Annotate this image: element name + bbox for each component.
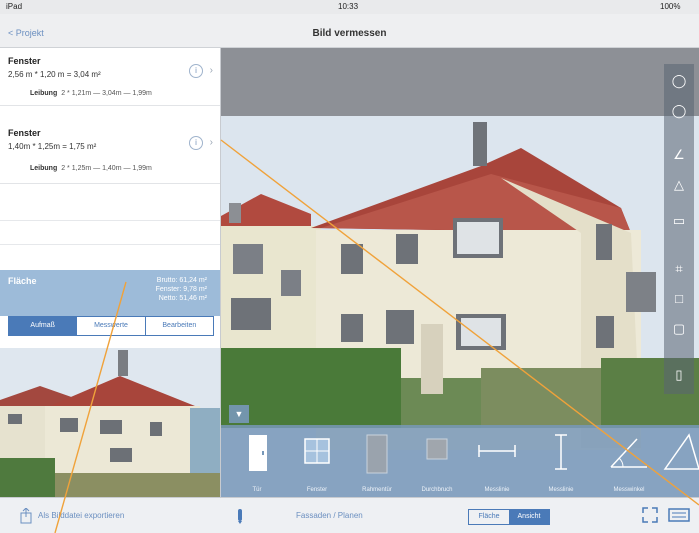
area-fenster: Fenster: 9,78 m² xyxy=(155,286,207,293)
house-thumbnail-image xyxy=(0,348,220,497)
square-tool-icon[interactable]: □ xyxy=(668,288,690,310)
opening-value: 2 * 1,25m — 1,40m — 1,99m xyxy=(61,165,152,172)
rectangle-tool-icon[interactable]: ▭ xyxy=(668,210,690,232)
measurement-title: Fenster xyxy=(8,56,41,66)
element-picker: Tür Fenster Rahmentür Durchbruch Messlin… xyxy=(221,425,699,497)
status-bar: iPad 10:33 100% xyxy=(0,0,699,14)
info-icon[interactable]: i xyxy=(189,136,203,150)
measurement-opening: Leibung 2 * 1,21m — 3,04m — 1,99m xyxy=(30,90,152,97)
picker-label: Durchbruch xyxy=(421,487,453,493)
picker-label: Messlinie xyxy=(548,487,574,493)
picker-label: Messlinie xyxy=(484,487,510,493)
nav-bar: < Projekt Bild vermessen xyxy=(0,14,699,48)
mode-flaeche[interactable]: Fläche xyxy=(469,510,509,524)
measurement-title: Fenster xyxy=(8,128,41,138)
mode-toggle: Fläche Ansicht xyxy=(468,509,550,525)
picker-item-measure-horizontal[interactable]: Messlinie xyxy=(469,431,525,493)
clock: 10:33 xyxy=(338,2,359,11)
picker-item-triangle[interactable] xyxy=(661,431,699,493)
segment-aufmass[interactable]: Aufmaß xyxy=(9,317,78,335)
picker-item-door[interactable]: Tür xyxy=(229,431,285,493)
segment-messwerte[interactable]: Messwerte xyxy=(77,317,146,335)
angle-tool-icon[interactable]: ∠ xyxy=(668,144,690,166)
vertical-line-icon xyxy=(555,434,567,470)
door-icon xyxy=(249,435,267,471)
pen-icon[interactable] xyxy=(235,507,245,525)
expand-icon[interactable] xyxy=(642,507,658,523)
area-title: Fläche xyxy=(8,276,37,286)
picker-label: Rahmentür xyxy=(362,487,392,493)
picker-label: Tür xyxy=(252,487,262,493)
opening-value: 2 * 1,21m — 3,04m — 1,99m xyxy=(61,90,152,97)
measurement-opening: Leibung 2 * 1,25m — 1,40m — 1,99m xyxy=(30,165,152,172)
measurement-row-1[interactable]: Fenster 2,56 m * 1,20 m = 3,04 m² Leibun… xyxy=(0,48,220,106)
circle-tool-icon[interactable]: ◯ xyxy=(668,100,690,122)
crop-tool-icon[interactable]: ⌗ xyxy=(668,258,690,280)
mode-ansicht[interactable]: Ansicht xyxy=(509,510,549,524)
info-icon[interactable]: i xyxy=(189,64,203,78)
battery-indicator: 100% xyxy=(660,2,681,11)
plan-button[interactable]: Fassaden / Planen xyxy=(296,511,363,520)
chevron-right-icon: › xyxy=(209,65,213,76)
picker-item-opening[interactable]: Durchbruch xyxy=(409,431,465,493)
area-brutto: Brutto: 61,24 m² xyxy=(156,277,207,284)
page-title: Bild vermessen xyxy=(312,28,387,39)
carrier-label: iPad xyxy=(6,2,23,11)
divider xyxy=(0,220,220,221)
opening-label: Leibung xyxy=(30,90,58,97)
bottom-toolbar: Als Bilddatei exportieren Fassaden / Pla… xyxy=(0,497,699,533)
angle-icon xyxy=(610,438,647,468)
picker-item-frame-door[interactable]: Rahmentür xyxy=(349,431,405,493)
frame-door-icon xyxy=(366,434,388,474)
picker-label: Messwinkel xyxy=(613,487,645,493)
measurement-calc: 2,56 m * 1,20 m = 3,04 m² xyxy=(8,70,101,79)
image-thumbnail[interactable] xyxy=(0,348,220,497)
rectangle-tool-icon[interactable]: ▯ xyxy=(668,364,690,386)
square-tool-icon[interactable]: ▢ xyxy=(668,318,690,340)
triangle-icon xyxy=(663,433,699,470)
segment-bearbeiten[interactable]: Bearbeiten xyxy=(146,317,213,335)
chevron-right-icon: › xyxy=(209,137,213,148)
picker-label: Fenster xyxy=(306,487,328,493)
measurement-calc: 1,40m * 1,25m = 1,75 m² xyxy=(8,142,97,151)
collapse-picker-button[interactable]: ▼ xyxy=(229,405,249,423)
circle-tool-icon[interactable]: ◯ xyxy=(668,70,690,92)
area-summary: Fläche Brutto: 61,24 m² Fenster: 9,78 m²… xyxy=(0,270,220,316)
divider xyxy=(0,244,220,245)
measurement-panel: Fenster 2,56 m * 1,20 m = 3,04 m² Leibun… xyxy=(0,48,221,497)
horizontal-line-icon xyxy=(478,445,516,457)
window-icon xyxy=(304,438,330,464)
measurement-row-2[interactable]: Fenster 1,40m * 1,25m = 1,75 m² Leibung 2… xyxy=(0,120,220,184)
export-button[interactable]: Als Bilddatei exportieren xyxy=(38,511,124,520)
area-netto: Netto: 51,46 m² xyxy=(158,295,207,302)
triangle-tool-icon[interactable]: △ xyxy=(668,174,690,196)
area-values: Brutto: 61,24 m² Fenster: 9,78 m² Netto:… xyxy=(156,276,207,303)
keyboard-icon[interactable] xyxy=(668,508,690,522)
view-segmented-control: Aufmaß Messwerte Bearbeiten xyxy=(8,316,214,336)
drawing-toolbar: ◯ ◯ ∠ △ ▭ ⌗ □ ▢ ▯ xyxy=(664,64,694,394)
share-icon[interactable] xyxy=(20,508,32,524)
opening-label: Leibung xyxy=(30,165,58,172)
opening-icon xyxy=(426,438,448,460)
picker-item-window[interactable]: Fenster xyxy=(289,431,345,493)
picker-item-measure-vertical[interactable]: Messlinie xyxy=(533,431,589,493)
picker-item-measure-angle[interactable]: Messwinkel xyxy=(601,431,657,493)
